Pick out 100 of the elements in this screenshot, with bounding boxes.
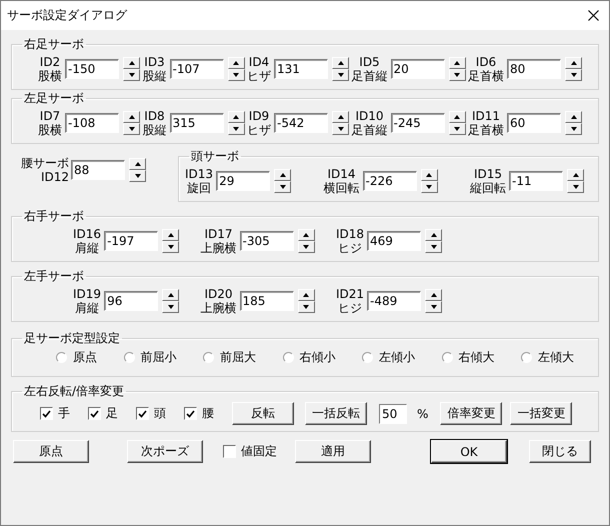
checkbox[interactable] [88, 407, 101, 420]
spin-up-button[interactable] [298, 289, 314, 301]
spin-down-button[interactable] [565, 69, 582, 81]
spin-up-button[interactable] [228, 57, 244, 69]
spin-down-button[interactable] [162, 241, 180, 253]
value-field[interactable]: -150 [65, 59, 119, 79]
checkbox[interactable] [136, 407, 149, 420]
spin-down-button[interactable] [298, 301, 314, 313]
radio-label: 左傾大 [538, 349, 574, 366]
spin-up-button[interactable] [298, 229, 314, 241]
spin-down-button[interactable] [274, 181, 292, 193]
radio-button[interactable] [362, 352, 373, 363]
spin-up-button[interactable] [448, 111, 466, 123]
value-field[interactable]: 469 [367, 231, 421, 251]
spin-up-button[interactable] [162, 229, 180, 241]
up-arrow-icon [303, 293, 309, 297]
group-title: 左手サーボ [23, 268, 85, 285]
close-icon[interactable] [588, 10, 599, 21]
spin-down-button[interactable] [123, 69, 140, 81]
radio-button[interactable] [282, 352, 294, 363]
spin-up-button[interactable] [129, 158, 146, 170]
value-field[interactable]: -305 [240, 231, 294, 251]
radio-label: 前屈小 [140, 349, 176, 366]
spin-up-button[interactable] [332, 111, 349, 123]
spin-up-button[interactable] [274, 169, 292, 181]
spin-down-button[interactable] [129, 170, 146, 182]
spin-up-button[interactable] [425, 289, 442, 301]
value-field[interactable]: 60 [507, 113, 561, 133]
button[interactable]: 倍率変更 [440, 402, 502, 425]
spin-down-button[interactable] [123, 123, 140, 135]
spin-down-button[interactable] [298, 241, 314, 253]
value-field[interactable]: -108 [65, 113, 119, 133]
spin-down-button[interactable] [228, 123, 244, 135]
spin-down-button[interactable] [425, 301, 442, 313]
radio-button[interactable] [442, 352, 452, 363]
value-field[interactable]: -11 [509, 171, 563, 191]
spin-up-button[interactable] [162, 289, 180, 301]
down-arrow-icon [233, 127, 239, 131]
spin-up-button[interactable] [332, 57, 349, 69]
up-arrow-icon [168, 233, 174, 237]
spin-down-button[interactable] [332, 123, 349, 135]
button[interactable]: 反転 [232, 402, 294, 425]
button[interactable]: 一括変更 [510, 402, 572, 425]
value-field[interactable]: 80 [507, 59, 561, 79]
spin-up-button[interactable] [425, 229, 442, 241]
button[interactable]: 閉じる [529, 440, 591, 463]
value-field[interactable]: 131 [274, 59, 328, 79]
spin-up-button[interactable] [448, 57, 466, 69]
radio-button[interactable] [56, 352, 67, 363]
checkbox[interactable] [223, 445, 236, 458]
spin-down-button[interactable] [162, 301, 180, 313]
servo-name-label: 肩縦 [75, 241, 100, 255]
spin-down-button[interactable] [332, 69, 349, 81]
spin-up-button[interactable] [123, 57, 140, 69]
radio-button[interactable] [521, 352, 532, 363]
checkbox[interactable] [184, 407, 197, 420]
spin-down-button[interactable] [567, 181, 584, 193]
button[interactable]: 一括反転 [305, 402, 367, 425]
servo-id-label: ID21 [336, 287, 364, 301]
up-arrow-icon [570, 61, 576, 65]
value-field[interactable]: -107 [170, 59, 224, 79]
button[interactable]: 次ポーズ [127, 440, 203, 463]
up-arrow-icon [303, 233, 309, 237]
spin-down-button[interactable] [565, 123, 582, 135]
servo-id-label: ID14 [328, 167, 356, 181]
group-title: 右手サーボ [23, 208, 85, 225]
servo-id-label: ID7 [40, 109, 60, 123]
spin-up-button[interactable] [228, 111, 244, 123]
value-field[interactable]: 29 [216, 171, 270, 191]
spin-down-button[interactable] [228, 69, 244, 81]
percent-label: % [417, 406, 428, 420]
spin-up-button[interactable] [123, 111, 140, 123]
spin-down-button[interactable] [448, 69, 466, 81]
value-field[interactable]: 96 [104, 291, 158, 311]
radio-label: 右傾大 [458, 349, 494, 366]
value-field[interactable]: -489 [367, 291, 421, 311]
value-field[interactable]: -542 [274, 113, 328, 133]
button[interactable]: 原点 [13, 440, 89, 463]
button[interactable]: OK [431, 440, 507, 463]
value-field[interactable]: -245 [390, 113, 444, 133]
radio-label: 前屈大 [220, 349, 256, 366]
value-field[interactable]: 88 [71, 160, 125, 180]
spin-up-button[interactable] [567, 169, 584, 181]
spin-down-button[interactable] [425, 241, 442, 253]
value-field[interactable]: 315 [170, 113, 224, 133]
spin-up-button[interactable] [565, 111, 582, 123]
checkbox[interactable] [40, 407, 53, 420]
value-field[interactable]: -197 [104, 231, 158, 251]
spin-up-button[interactable] [420, 169, 438, 181]
servo-id-label: ID18 [336, 227, 364, 241]
value-field[interactable]: 185 [240, 291, 294, 311]
value-field[interactable]: -226 [362, 171, 417, 191]
spin-down-button[interactable] [420, 181, 438, 193]
radio-button[interactable] [124, 352, 134, 363]
scale-field[interactable]: 50 [379, 404, 407, 424]
radio-button[interactable] [203, 352, 214, 363]
button[interactable]: 適用 [295, 440, 371, 463]
spin-up-button[interactable] [565, 57, 582, 69]
value-field[interactable]: 20 [390, 59, 444, 79]
spin-down-button[interactable] [448, 123, 466, 135]
